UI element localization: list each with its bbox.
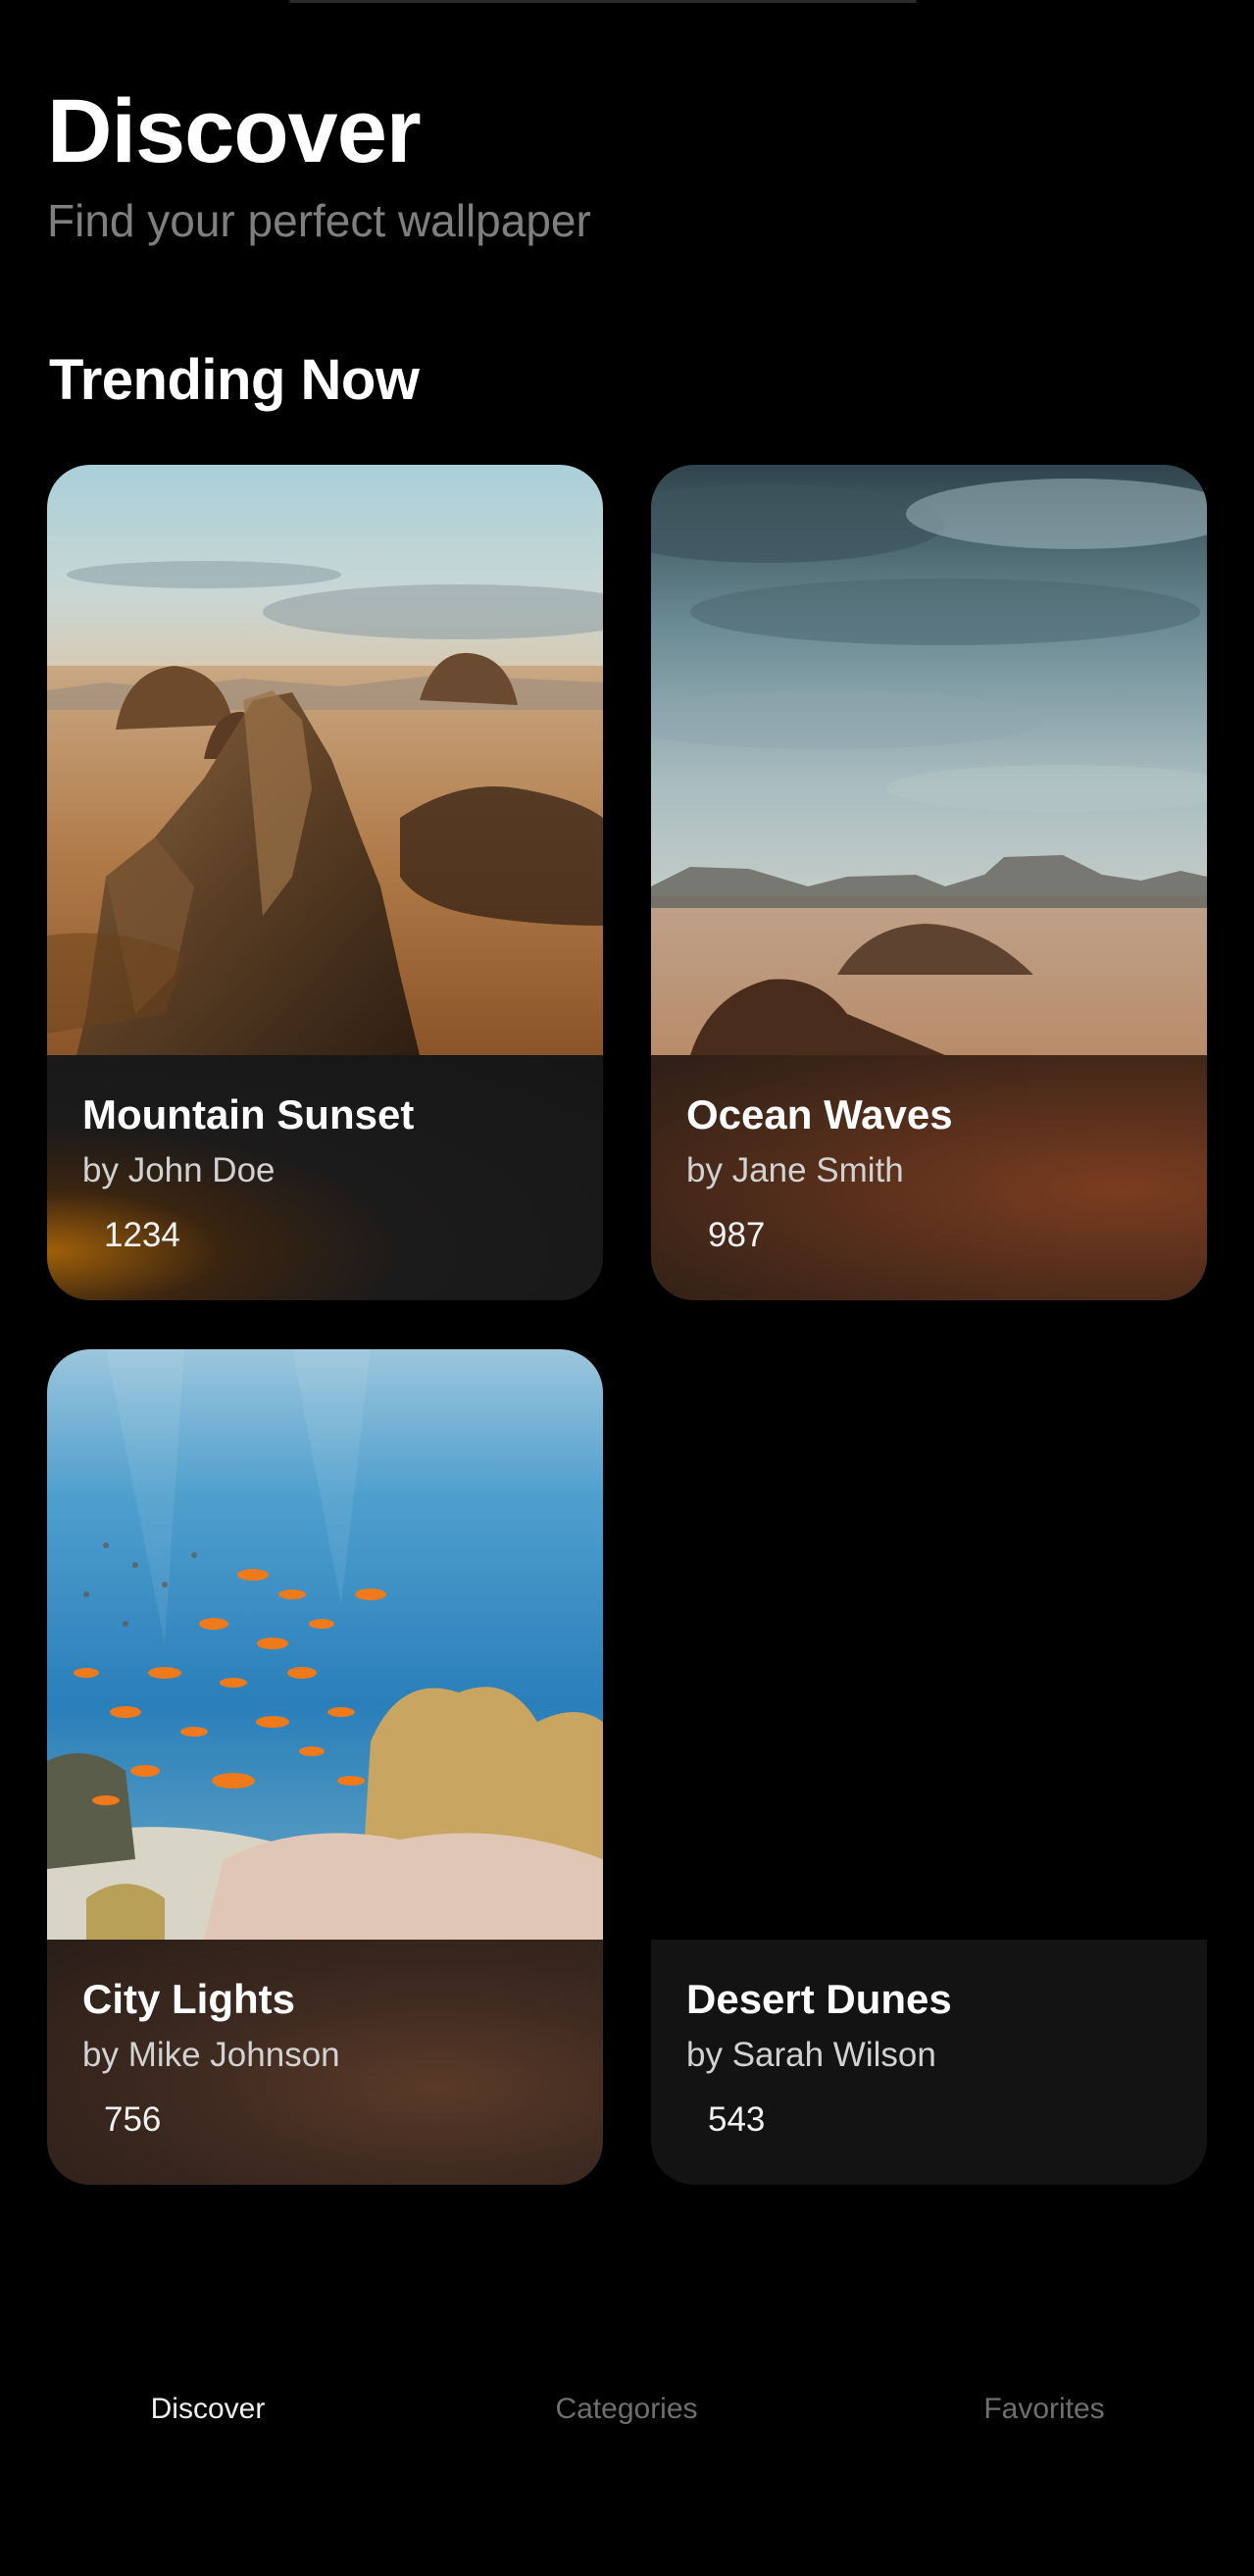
wallpaper-grid: Mountain Sunset by John Doe 1234 Ocean W…	[47, 465, 1207, 2185]
card-info: Mountain Sunset by John Doe 1234	[47, 1055, 603, 1300]
wallpaper-card[interactable]: City Lights by Mike Johnson 756	[47, 1349, 603, 2185]
tab-discover[interactable]: Discover	[61, 2393, 355, 2426]
card-author: by Mike Johnson	[82, 2036, 340, 2075]
card-author: by Jane Smith	[686, 1151, 904, 1190]
page-subtitle: Find your perfect wallpaper	[47, 194, 591, 246]
card-author: by John Doe	[82, 1151, 276, 1190]
desert-rocks-illustration	[47, 465, 603, 1055]
wallpaper-image-desert-rocks	[47, 465, 603, 1055]
card-info: Ocean Waves by Jane Smith 987	[651, 1055, 1207, 1300]
wallpaper-image-placeholder	[651, 1349, 1207, 1940]
card-title: Mountain Sunset	[82, 1091, 415, 1137]
wallpaper-image-cloudy-desert	[651, 465, 1207, 1055]
card-author: by Sarah Wilson	[686, 2036, 936, 2075]
bottom-tab-bar: Discover Categories Favorites	[0, 2393, 1254, 2500]
tab-favorites[interactable]: Favorites	[897, 2393, 1191, 2426]
card-likes-count: 756	[104, 2100, 162, 2140]
status-bar-edge	[289, 0, 917, 3]
card-likes-count: 1234	[104, 1216, 180, 1255]
card-title: Ocean Waves	[686, 1091, 953, 1137]
tab-categories[interactable]: Categories	[479, 2393, 774, 2426]
coral-reef-illustration	[47, 1349, 603, 1940]
page-header: Discover Find your perfect wallpaper	[47, 80, 591, 247]
card-likes-count: 987	[708, 1216, 766, 1255]
card-title: Desert Dunes	[686, 1976, 952, 2022]
app-screen: Discover Find your perfect wallpaper Tre…	[0, 0, 1254, 2576]
card-likes-count: 543	[708, 2100, 766, 2140]
wallpaper-card[interactable]: Desert Dunes by Sarah Wilson 543	[651, 1349, 1207, 2185]
wallpaper-card[interactable]: Ocean Waves by Jane Smith 987	[651, 465, 1207, 1300]
card-info: City Lights by Mike Johnson 756	[47, 1940, 603, 2185]
wallpaper-card[interactable]: Mountain Sunset by John Doe 1234	[47, 465, 603, 1300]
page-title: Discover	[47, 81, 422, 181]
wallpaper-image-coral-reef	[47, 1349, 603, 1940]
card-title: City Lights	[82, 1976, 295, 2022]
card-info: Desert Dunes by Sarah Wilson 543	[651, 1940, 1207, 2185]
cloudy-desert-illustration	[651, 465, 1207, 1055]
section-title: Trending Now	[49, 348, 420, 412]
